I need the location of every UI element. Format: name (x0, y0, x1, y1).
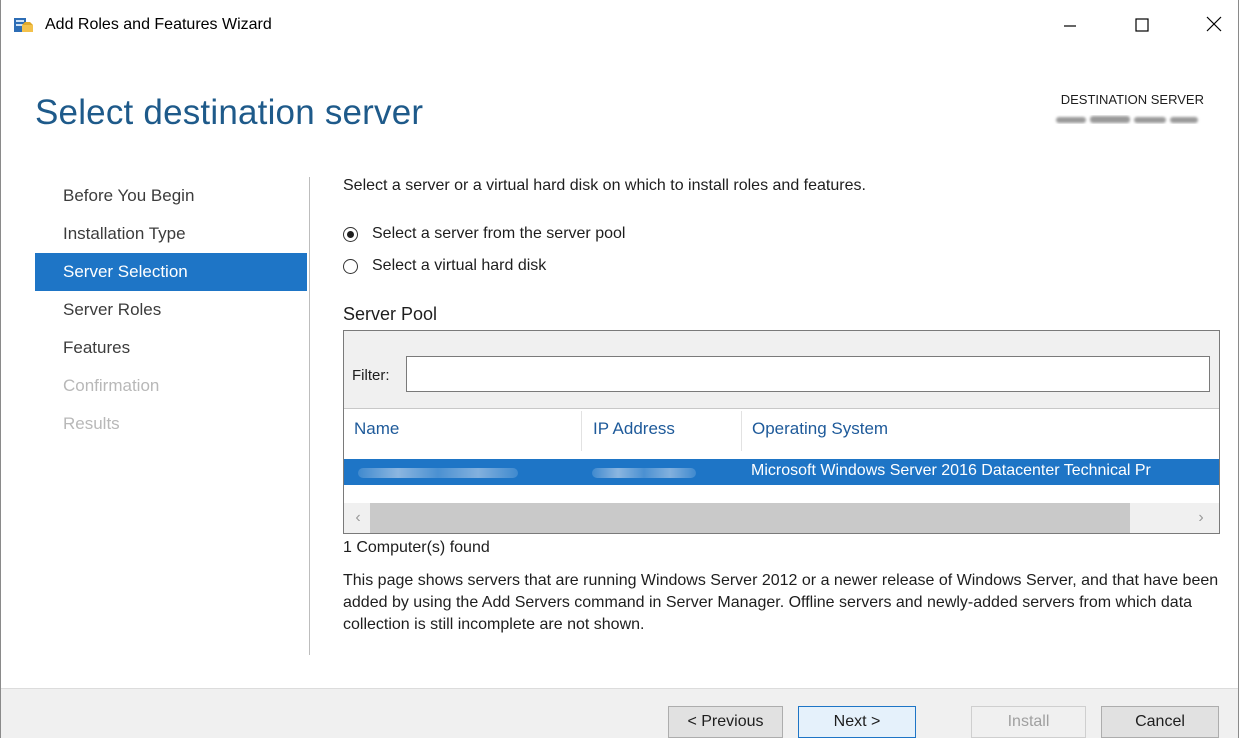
column-header-ip-address[interactable]: IP Address (593, 419, 675, 439)
column-divider[interactable] (581, 411, 582, 451)
filter-bar: Filter: (344, 331, 1219, 409)
filter-label: Filter: (352, 367, 390, 384)
table-row[interactable]: Microsoft Windows Server 2016 Datacenter… (344, 459, 1219, 485)
radio-vhd-label: Select a virtual hard disk (372, 257, 547, 274)
page-title: Select destination server (35, 93, 424, 132)
scrollbar-thumb[interactable] (370, 503, 1130, 533)
filter-input[interactable] (406, 356, 1210, 392)
scroll-right-icon[interactable]: › (1193, 510, 1209, 526)
nav-server-roles[interactable]: Server Roles (35, 291, 307, 329)
server-pool-description: This page shows servers that are running… (343, 572, 1219, 633)
nav-before-you-begin[interactable]: Before You Begin (35, 177, 307, 215)
window-title: Add Roles and Features Wizard (45, 16, 272, 33)
radio-server-pool[interactable]: Select a server from the server pool (343, 225, 625, 243)
destination-server-label: DESTINATION SERVER (1060, 92, 1204, 107)
minimize-button[interactable] (1047, 8, 1093, 44)
nav-divider (309, 177, 310, 655)
radio-virtual-hard-disk[interactable]: Select a virtual hard disk (343, 257, 546, 275)
column-header-name[interactable]: Name (354, 419, 399, 439)
radio-server-pool-label: Select a server from the server pool (372, 225, 626, 242)
nav-server-selection[interactable]: Server Selection (35, 253, 307, 291)
ip-address-redacted (592, 468, 696, 478)
title-bar: Add Roles and Features Wizard (1, 0, 1238, 52)
column-divider[interactable] (741, 411, 742, 451)
horizontal-scrollbar[interactable]: ‹ › (344, 503, 1219, 533)
server-pool-label: Server Pool (343, 304, 438, 324)
cancel-button[interactable]: Cancel (1101, 706, 1219, 738)
nav-confirmation: Confirmation (63, 376, 160, 395)
wizard-window: Add Roles and Features Wizard Select des… (0, 0, 1239, 738)
next-button[interactable]: Next > (798, 706, 916, 738)
nav-results: Results (63, 414, 120, 433)
table-header: Name IP Address Operating System (344, 409, 1219, 453)
destination-server-value-redacted (1052, 113, 1202, 125)
minimize-icon (1063, 15, 1077, 38)
server-name-redacted (358, 468, 518, 478)
close-icon (1206, 15, 1222, 38)
server-pool-panel: Filter: Name IP Address Operating System… (343, 330, 1220, 534)
radio-button-checked[interactable] (343, 226, 358, 242)
row-operating-system: Microsoft Windows Server 2016 Datacenter… (751, 462, 1151, 479)
scroll-left-icon[interactable]: ‹ (350, 510, 366, 526)
computers-found-count: 1 Computer(s) found (343, 539, 490, 556)
maximize-button[interactable] (1119, 8, 1165, 44)
close-button[interactable] (1191, 8, 1237, 44)
server-manager-icon (13, 16, 35, 34)
wizard-nav: Before You Begin Installation Type Serve… (35, 177, 307, 443)
previous-button[interactable]: < Previous (668, 706, 783, 738)
install-button: Install (971, 706, 1086, 738)
nav-features[interactable]: Features (35, 329, 307, 367)
nav-installation-type[interactable]: Installation Type (35, 215, 307, 253)
intro-text: Select a server or a virtual hard disk o… (343, 177, 866, 194)
radio-button-unchecked[interactable] (343, 258, 358, 274)
column-header-operating-system[interactable]: Operating System (752, 419, 888, 439)
maximize-icon (1135, 15, 1149, 38)
